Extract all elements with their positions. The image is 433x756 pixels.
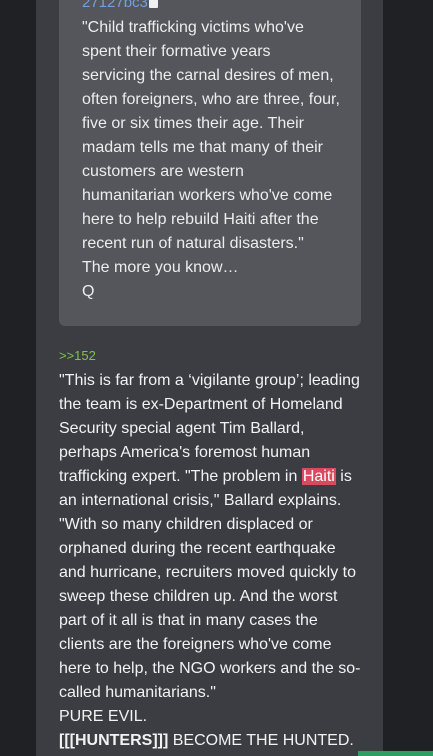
post-line: "This is far from a ‘vigilante group’; l… (59, 372, 360, 389)
copy-icon[interactable] (148, 0, 158, 8)
status-bar-accent (358, 751, 433, 756)
bold-text: [[[HUNTERS]]] (59, 732, 169, 749)
quote-line: madam tells me that many of their (82, 139, 323, 156)
quoted-post-id-text[interactable]: 27127bc3 (82, 0, 148, 12)
post-line: called humanitarians." (59, 684, 216, 701)
quote-line: "Child trafficking victims who've (82, 19, 304, 36)
post-body: "This is far from a ‘vigilante group’; l… (59, 369, 369, 753)
reply-link[interactable]: >>152 (59, 348, 96, 364)
post-line: PURE EVIL. (59, 708, 148, 725)
quote-line: humanitarian workers who've come (82, 187, 333, 204)
quote-line: customers are western (82, 163, 244, 180)
quote-line: here to help rebuild Haiti after the (82, 211, 319, 228)
quoted-post-id[interactable]: 27127bc3 (82, 0, 158, 12)
quote-line: five or six times their age. Their (82, 115, 305, 132)
search-highlight: Haiti (301, 468, 336, 485)
post-line: clients are the foreigners who've come (59, 636, 332, 653)
post-line: here to help, the NGO workers and the so… (59, 660, 361, 677)
quote-line: recent run of natural disasters." (82, 235, 304, 252)
quote-line: The more you know… (82, 259, 239, 276)
post-line: "With so many children displaced or (59, 516, 313, 533)
post-line: Security special agent Tim Ballard, (59, 420, 305, 437)
post-line-part: trafficking expert. "The problem in (59, 468, 302, 485)
quoted-post-text: "Child trafficking victims who've spent … (82, 16, 352, 304)
quote-signature: Q (82, 283, 95, 300)
post-line: sweep these children up. And the worst (59, 588, 338, 605)
post-line: perhaps America's foremost human (59, 444, 311, 461)
post-line: an international crisis," Ballard explai… (59, 492, 342, 509)
post-line: trafficking expert. "The problem in Hait… (59, 465, 369, 489)
post-line: [[[HUNTERS]]] BECOME THE HUNTED. (59, 729, 369, 753)
post-line: orphaned during the recent earthquake (59, 540, 336, 557)
quote-line: spent their formative years (82, 43, 271, 60)
post-line-part: BECOME THE HUNTED. (168, 732, 354, 749)
post-line: and hurricane, recruiters moved quickly … (59, 564, 357, 581)
quote-line: servicing the carnal desires of men, (82, 67, 334, 84)
page: 27127bc3 "Child trafficking victims who'… (0, 0, 433, 756)
quote-line: often foreigners, who are three, four, (82, 91, 340, 108)
post-line: the team is ex-Department of Homeland (59, 396, 343, 413)
post-line: part of it all is that in many cases the (59, 612, 318, 629)
post-line-part: is (335, 468, 352, 485)
